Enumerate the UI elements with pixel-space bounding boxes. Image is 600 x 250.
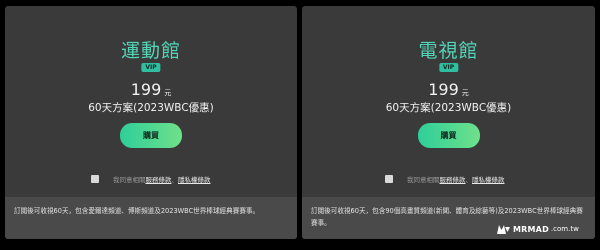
plan-card-sports: 運動館 VIP 199 元 60天方案(2023WBC優惠) 購買 我同意相關服務…	[5, 6, 297, 239]
price-unit: 元	[461, 89, 469, 97]
agree-checkbox[interactable]	[385, 175, 393, 183]
plan-details-box: 訂閱後可收視60天，包含愛爾達頻道、博斯頻道及2023WBC世界棒球經典賽賽事。	[5, 197, 297, 239]
vip-badge: VIP	[438, 63, 459, 72]
plan-description: 60天方案(2023WBC優惠)	[88, 102, 214, 114]
price-value: 199	[130, 80, 162, 99]
agreement-prefix: 我同意相關	[407, 176, 440, 184]
plan-description: 60天方案(2023WBC優惠)	[385, 102, 512, 114]
agreement-prefix: 我同意相關	[113, 176, 146, 184]
privacy-policy-link[interactable]: 隱私權條款	[472, 176, 505, 184]
plan-title: 運動館	[120, 40, 181, 62]
buy-button[interactable]: 購買	[417, 123, 480, 148]
agreement-row: 我同意相關服務條款、隱私權條款	[302, 172, 595, 186]
price-value: 199	[428, 80, 459, 99]
price-unit: 元	[164, 89, 172, 97]
watermark-domain: .com.tw	[550, 225, 579, 233]
terms-of-service-link[interactable]: 服務條款	[440, 176, 466, 184]
buy-button[interactable]: 購買	[120, 123, 182, 148]
price-row: 199 元	[302, 80, 595, 99]
plan-selection-page: 運動館 VIP 199 元 60天方案(2023WBC優惠) 購買 我同意相關服務…	[0, 0, 600, 250]
terms-of-service-link[interactable]: 服務條款	[146, 176, 172, 184]
watermark-brand: MRMAD	[513, 224, 549, 234]
price-row: 199 元	[5, 80, 297, 99]
privacy-policy-link[interactable]: 隱私權條款	[178, 176, 211, 184]
agree-checkbox[interactable]	[91, 175, 99, 183]
plan-details-text: 訂閱後可收視60天，包含愛爾達頻道、博斯頻道及2023WBC世界棒球經典賽賽事。	[14, 207, 260, 215]
agreement-text: 我同意相關服務條款、隱私權條款	[407, 174, 505, 184]
vip-badge: VIP	[141, 63, 161, 72]
agreement-text: 我同意相關服務條款、隱私權條款	[113, 174, 211, 184]
mrmad-logo-icon	[497, 224, 510, 234]
agreement-row: 我同意相關服務條款、隱私權條款	[5, 172, 297, 186]
watermark: MRMAD .com.tw	[497, 222, 579, 236]
plan-title: 電視館	[418, 40, 479, 62]
plan-card-tv: 電視館 VIP 199 元 60天方案(2023WBC優惠) 購買 我同意相關服務…	[302, 6, 595, 239]
